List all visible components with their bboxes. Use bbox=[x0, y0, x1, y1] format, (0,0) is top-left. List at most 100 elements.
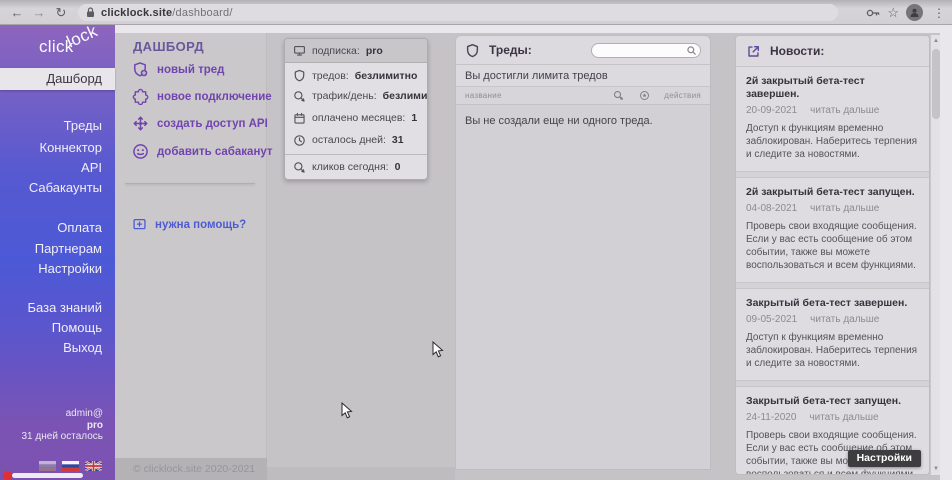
read-more-link[interactable]: читать дальше bbox=[809, 412, 878, 423]
read-more-link[interactable]: читать дальше bbox=[810, 203, 879, 214]
subscription-row-days-left: осталось дней: 31 bbox=[285, 129, 427, 151]
subscription-row-months: оплачено месяцев: 1 bbox=[285, 107, 427, 129]
sidebar-item-knowledge-base[interactable]: База знаний bbox=[0, 297, 115, 319]
news-item-date: 24-11-2020 bbox=[746, 412, 796, 423]
language-switcher bbox=[39, 461, 102, 471]
news-item: 2й закрытый бета-тест завершен. 20-09-20… bbox=[736, 66, 929, 172]
sidebar-item-connector[interactable]: Коннектор bbox=[0, 137, 115, 159]
back-icon[interactable]: ← bbox=[6, 6, 28, 19]
news-item-date: 04-08-2021 bbox=[746, 203, 797, 214]
key-icon[interactable] bbox=[866, 8, 880, 18]
scrollbar-thumb[interactable] bbox=[932, 49, 940, 119]
subscription-card: подписка: pro тредов: безлимитно трафик/… bbox=[284, 38, 428, 180]
news-item-body: Доступ к функциям временно заблокирован.… bbox=[746, 122, 919, 161]
create-api-access-link[interactable]: создать доступ API bbox=[132, 115, 268, 132]
search-icon bbox=[686, 45, 697, 56]
ru-flag-inactive-icon[interactable] bbox=[39, 461, 56, 471]
need-help-link[interactable]: нужна помощь? bbox=[132, 217, 246, 232]
sidebar-item-api[interactable]: API bbox=[0, 157, 115, 179]
browser-chrome: ← → ↻ clicklock.site/dashboard/ ☆ ⋮ bbox=[0, 0, 952, 25]
news-item-body: Доступ к функциям временно заблокирован.… bbox=[746, 331, 919, 370]
sidebar: clicklock Дашборд Треды Коннектор API Са… bbox=[0, 25, 115, 480]
sidebar-item-settings[interactable]: Настройки bbox=[0, 258, 115, 280]
footer-strip: © clicklock.site 2020-2021 bbox=[115, 458, 267, 480]
column-actions-label: действия bbox=[664, 91, 701, 100]
sidebar-item-dashboard[interactable]: Дашборд bbox=[0, 68, 115, 90]
shield-icon bbox=[293, 69, 306, 82]
puzzle-icon bbox=[132, 88, 149, 105]
reload-icon[interactable]: ↻ bbox=[50, 6, 72, 19]
news-title: Новости: bbox=[770, 44, 824, 58]
subscription-row-clicks-today: кликов сегодня: 0 bbox=[285, 154, 427, 179]
forward-icon[interactable]: → bbox=[28, 6, 50, 19]
message-plus-icon bbox=[132, 217, 147, 232]
sidebar-item-subaccounts[interactable]: Сабакаунты bbox=[0, 177, 115, 199]
subscription-value: pro bbox=[366, 45, 383, 57]
threads-column-header: название действия bbox=[456, 87, 710, 105]
threads-search-input[interactable] bbox=[591, 43, 701, 58]
need-help-label: нужна помощь? bbox=[155, 219, 246, 231]
create-api-access-label: создать доступ API bbox=[157, 118, 268, 130]
bookmark-star-icon[interactable]: ☆ bbox=[887, 6, 899, 19]
sidebar-item-threads[interactable]: Треды bbox=[0, 115, 115, 137]
new-connection-label: новое подключение bbox=[157, 91, 272, 103]
sidebar-item-logout[interactable]: Выход bbox=[0, 337, 115, 359]
threads-header: Треды: bbox=[456, 36, 710, 65]
face-icon bbox=[132, 143, 149, 160]
threads-title: Треды: bbox=[489, 43, 532, 57]
new-thread-link[interactable]: новый тред bbox=[132, 61, 224, 78]
clicklock-logo[interactable]: clicklock bbox=[39, 37, 105, 57]
settings-button[interactable]: Настройки bbox=[848, 450, 921, 467]
news-item-title: 2й закрытый бета-тест запущен. bbox=[746, 186, 919, 199]
sidebar-item-partners[interactable]: Партнерам bbox=[0, 238, 115, 260]
cursor-click-icon bbox=[613, 90, 624, 101]
news-item-title: 2й закрытый бета-тест завершен. bbox=[746, 75, 919, 101]
browser-menu-icon[interactable]: ⋮ bbox=[930, 7, 948, 19]
uk-flag-icon[interactable] bbox=[85, 461, 102, 471]
profile-avatar[interactable] bbox=[906, 4, 923, 21]
account-plan: pro bbox=[22, 420, 104, 432]
subscription-label: подписка: bbox=[312, 45, 360, 57]
dashboard-divider bbox=[125, 183, 255, 184]
news-item-date: 20-09-2021 bbox=[746, 105, 797, 116]
move-icon bbox=[132, 115, 149, 132]
video-playhead-dot bbox=[3, 471, 12, 480]
url-text: clicklock.site/dashboard/ bbox=[101, 7, 233, 19]
scroll-down-icon[interactable]: ▼ bbox=[931, 463, 941, 475]
subscription-header: подписка: pro bbox=[285, 39, 427, 63]
shield-icon bbox=[465, 43, 480, 58]
star-circle-icon bbox=[639, 90, 650, 101]
news-item: 2й закрытый бета-тест запущен. 04-08-202… bbox=[736, 177, 929, 283]
read-more-link[interactable]: читать дальше bbox=[810, 105, 879, 116]
subscription-row-traffic: трафик/день: безлимитно bbox=[285, 85, 427, 107]
shield-plus-icon bbox=[132, 61, 149, 78]
https-lock-icon bbox=[86, 7, 95, 18]
sidebar-item-help[interactable]: Помощь bbox=[0, 317, 115, 339]
read-more-link[interactable]: читать дальше bbox=[810, 314, 879, 325]
calendar-icon bbox=[293, 112, 306, 125]
news-header: Новости: bbox=[736, 36, 929, 66]
news-item-body: Проверь свои входящие сообщения. Если у … bbox=[746, 220, 919, 272]
news-item: Закрытый бета-тест завершен. 09-05-2021ч… bbox=[736, 288, 929, 381]
account-email: admin@ bbox=[22, 408, 104, 420]
dashboard-title: ДАШБОРД bbox=[133, 39, 204, 54]
ru-flag-icon[interactable] bbox=[62, 461, 79, 471]
add-subaccount-link[interactable]: добавить сабаканут bbox=[132, 143, 273, 160]
new-connection-link[interactable]: новое подключение bbox=[132, 88, 272, 105]
clock-icon bbox=[293, 134, 306, 147]
scroll-up-icon[interactable]: ▲ bbox=[931, 35, 941, 47]
cursor-click-icon bbox=[293, 161, 306, 174]
news-panel: Новости: 2й закрытый бета-тест завершен.… bbox=[735, 35, 930, 475]
threads-limit-notice: Вы достигли лимита тредов bbox=[456, 65, 710, 87]
account-days-left: 31 дней осталось bbox=[22, 431, 104, 443]
external-link-icon bbox=[746, 44, 761, 59]
news-item-title: Закрытый бета-тест завершен. bbox=[746, 297, 919, 310]
video-seek-bar bbox=[12, 473, 83, 478]
account-info: admin@ pro 31 дней осталось bbox=[22, 408, 104, 443]
subscription-row-threads: тредов: безлимитно bbox=[285, 63, 427, 85]
news-scrollbar[interactable]: ▲ ▼ bbox=[930, 35, 940, 475]
column-name-label: название bbox=[465, 91, 502, 100]
url-bar[interactable]: clicklock.site/dashboard/ bbox=[78, 4, 838, 21]
sidebar-item-payment[interactable]: Оплата bbox=[0, 217, 115, 239]
threads-empty-message: Вы не создали еще ни одного треда. bbox=[456, 105, 710, 469]
